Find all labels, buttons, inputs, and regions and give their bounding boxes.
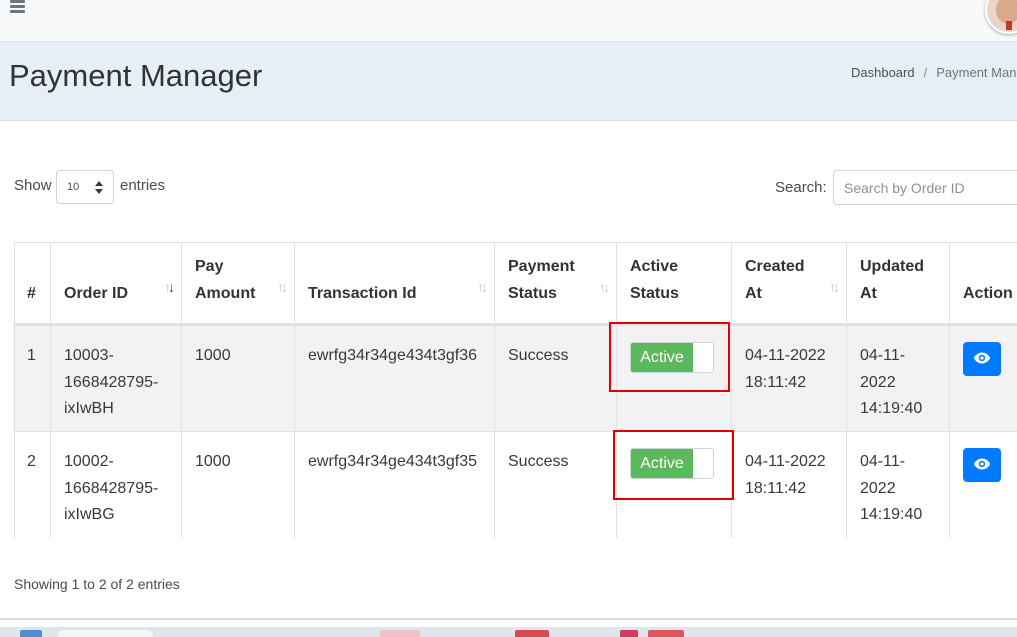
breadcrumb-dashboard-link[interactable]: Dashboard <box>851 65 915 80</box>
cell-payment-status: Success <box>494 431 617 538</box>
taskbar-app-icon[interactable] <box>20 630 42 637</box>
toggle-on-label: Active <box>631 343 693 372</box>
breadcrumb: Dashboard / Payment Manag <box>851 65 1017 80</box>
col-header-index: # <box>14 242 51 326</box>
cell-action <box>949 324 1017 432</box>
cell-created-at: 04-11-2022 18:11:42 <box>731 431 847 538</box>
col-header-order-id[interactable]: Order ID ↑↓ <box>50 242 182 326</box>
hamburger-icon[interactable] <box>10 0 25 14</box>
entries-length-select[interactable]: 10 <box>56 170 114 204</box>
table-row: 1 10003- 1668428795- ixIwBH 1000 ewrfg34r3… <box>14 324 1017 432</box>
search-label: Search: <box>775 179 827 196</box>
sort-arrows-icon: ↑↓ <box>829 279 840 295</box>
breadcrumb-separator: / <box>923 65 928 80</box>
col-header-active-status: Active Status <box>616 242 732 326</box>
table-header-row: # Order ID ↑↓ Pay Amount ↑↓ Transaction Id ↑… <box>14 242 1017 326</box>
taskbar-app-icon[interactable] <box>648 630 684 637</box>
cell-order-id: 10002- 1668428795- ixIwBG <box>50 431 182 538</box>
col-header-payment-status[interactable]: Payment Status ↑↓ <box>494 242 617 326</box>
active-status-toggle[interactable]: Active <box>630 342 714 373</box>
cell-created-at: 04-11-2022 18:11:42 <box>731 324 847 432</box>
breadcrumb-current: Payment Manag <box>936 65 1017 80</box>
entries-label: entries <box>120 177 166 194</box>
select-arrows-icon <box>95 181 103 195</box>
table-info: Showing 1 to 2 of 2 entries <box>14 576 180 592</box>
col-header-updated-at: Updated At <box>846 242 950 326</box>
view-button[interactable] <box>963 342 1001 376</box>
content-divider <box>0 618 1017 620</box>
cell-updated-at: 04-11- 2022 14:19:40 <box>846 324 950 432</box>
cell-transaction-id: ewrfg34r34ge434t3gf35 <box>294 431 495 538</box>
col-header-transaction-id[interactable]: Transaction Id ↑↓ <box>294 242 495 326</box>
entries-length-value: 10 <box>67 181 80 193</box>
search-input[interactable] <box>833 170 1017 205</box>
sort-arrows-icon: ↑↓ <box>599 279 610 295</box>
user-avatar[interactable] <box>985 0 1017 34</box>
cell-index: 2 <box>14 431 51 538</box>
view-button[interactable] <box>963 448 1001 482</box>
sort-arrows-icon: ↑↓ <box>277 279 288 295</box>
toggle-on-label: Active <box>631 449 693 478</box>
col-header-pay-amount[interactable]: Pay Amount ↑↓ <box>181 242 295 326</box>
taskbar-app-icon[interactable] <box>620 630 638 637</box>
eye-icon <box>973 352 991 364</box>
page-title: Payment Manager <box>9 58 263 93</box>
sort-arrows-icon: ↑↓ <box>477 279 488 295</box>
taskbar-app-icon[interactable] <box>515 630 549 637</box>
cell-pay-amount: 1000 <box>181 431 295 538</box>
cell-payment-status: Success <box>494 324 617 432</box>
cell-updated-at: 04-11- 2022 14:19:40 <box>846 431 950 538</box>
col-header-action: Action <box>949 242 1017 326</box>
table-row: 2 10002- 1668428795- ixIwBG 1000 ewrfg34r3… <box>14 431 1017 538</box>
os-taskbar <box>0 627 1017 637</box>
active-status-toggle[interactable]: Active <box>630 448 714 479</box>
taskbar-app-icon[interactable] <box>380 630 420 637</box>
cell-order-id: 10003- 1668428795- ixIwBH <box>50 324 182 432</box>
col-header-created-at[interactable]: Created At ↑↓ <box>731 242 847 326</box>
cell-active-status: Active <box>616 431 732 538</box>
cell-action <box>949 431 1017 538</box>
cell-active-status: Active <box>616 324 732 432</box>
show-label: Show <box>14 177 52 194</box>
taskbar-search[interactable] <box>58 630 153 637</box>
cell-transaction-id: ewrfg34r34ge434t3gf36 <box>294 324 495 432</box>
top-navbar <box>0 0 1017 42</box>
eye-icon <box>973 458 991 470</box>
cell-index: 1 <box>14 324 51 432</box>
sort-arrows-icon: ↑↓ <box>164 279 175 295</box>
cell-pay-amount: 1000 <box>181 324 295 432</box>
payments-table: # Order ID ↑↓ Pay Amount ↑↓ Transaction Id ↑… <box>14 242 1017 538</box>
content-header: Payment Manager Dashboard / Payment Manag <box>0 42 1017 121</box>
